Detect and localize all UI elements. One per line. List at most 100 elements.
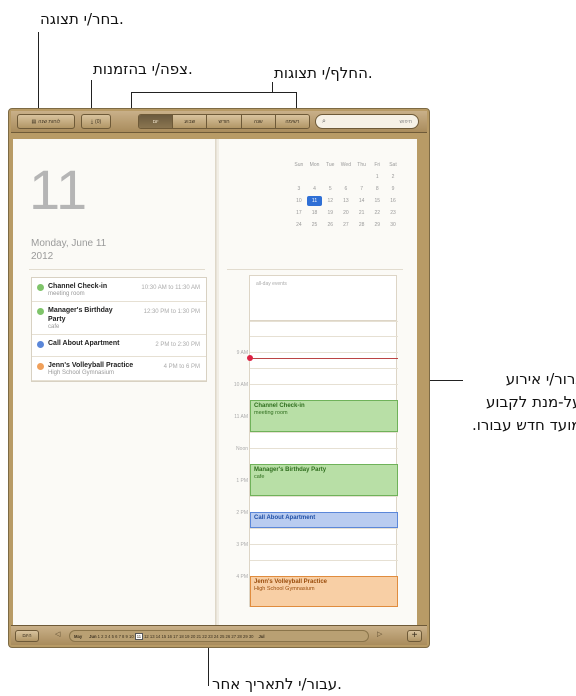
day-cell[interactable]: 1	[369, 174, 385, 180]
hour-line	[250, 496, 398, 497]
hour-label: 10 AM	[233, 382, 248, 388]
bottom-toolbar: היום ◁ May Jun 1 2 3 4 5 6 7 8 9 10 11 1…	[11, 625, 427, 645]
current-time-dot	[247, 355, 253, 361]
event-title: Jenn's Volleyball Practice	[48, 362, 134, 369]
event-block[interactable]: Call About Apartment	[250, 512, 398, 528]
event-title: Channel Check-in	[48, 283, 108, 290]
day-cell[interactable]: 9	[385, 186, 401, 192]
scrubber-month: Jun	[89, 633, 97, 639]
event-title: Manager's Birthday Party	[48, 307, 113, 323]
week-row: 10 11 12 13 14 15 16	[291, 195, 401, 207]
day-cell[interactable]: 2	[385, 174, 401, 180]
hour-line	[250, 448, 398, 449]
prev-arrow-icon[interactable]: ◁	[55, 630, 60, 638]
day-cell[interactable]: 17	[291, 210, 307, 216]
event-title: Call About Apartment	[48, 340, 120, 347]
tab-list[interactable]: רשימה	[274, 115, 309, 128]
day-cell[interactable]: 18	[307, 210, 323, 216]
day-cell[interactable]: 29	[369, 222, 385, 228]
day-cell[interactable]: 7	[354, 186, 370, 192]
day-cell[interactable]: 3	[291, 186, 307, 192]
hour-line	[250, 368, 398, 369]
day-cell[interactable]: 21	[354, 210, 370, 216]
day-cell[interactable]: 20	[338, 210, 354, 216]
day-cell[interactable]: 23	[385, 210, 401, 216]
day-cell[interactable]: 25	[307, 222, 323, 228]
day-cell[interactable]: 4	[307, 186, 323, 192]
day-cell[interactable]: 8	[369, 186, 385, 192]
day-cell-selected[interactable]: 11	[306, 196, 323, 206]
day-cell[interactable]: 22	[369, 210, 385, 216]
week-row: 1 2	[291, 171, 401, 183]
callout-choose-view: בחר/י תצוגה.	[40, 10, 124, 28]
day-cell[interactable]: 24	[291, 222, 307, 228]
callout-switch-views: החלף/י תצוגות.	[274, 64, 373, 82]
day-cell[interactable]: 16	[385, 198, 401, 204]
day-cell[interactable]: 30	[385, 222, 401, 228]
day-cell[interactable]: 28	[354, 222, 370, 228]
event-color-dot	[37, 284, 44, 291]
list-item[interactable]: Channel Check-in meeting room 10:30 AM t…	[32, 278, 206, 302]
invitations-button[interactable]: ⤓ (0)	[81, 114, 111, 129]
leader-line	[38, 32, 39, 118]
event-block-location: High School Gymnasium	[254, 586, 315, 592]
next-arrow-icon[interactable]: ▷	[377, 630, 382, 638]
hour-line	[250, 336, 398, 337]
search-field[interactable]: ⌕ חיפוש	[315, 114, 419, 129]
event-time: 10:30 AM to 11:30 AM	[141, 285, 200, 291]
calendars-button[interactable]: ▤ לוחות שנה	[17, 114, 75, 129]
divider	[29, 269, 205, 270]
all-day-label: all-day events	[256, 281, 287, 287]
top-toolbar: ▤ לוחות שנה ⤓ (0) יום שבוע חודש שנה רשימ…	[11, 111, 427, 133]
day-cell[interactable]: 5	[322, 186, 338, 192]
event-block[interactable]: Manager's Birthday Party cafe	[250, 464, 398, 496]
scrubber-days-before: 1 2 3 4 5 6 7 8 9 10	[97, 633, 134, 639]
list-item[interactable]: Jenn's Volleyball Practice High School G…	[32, 357, 206, 381]
tab-week[interactable]: שבוע	[172, 115, 207, 128]
day-cell[interactable]: 26	[322, 222, 338, 228]
leader-line	[272, 82, 273, 92]
date-scrubber[interactable]: May Jun 1 2 3 4 5 6 7 8 9 10 11 12 13 14…	[69, 630, 369, 642]
day-cell[interactable]: 15	[369, 198, 385, 204]
mini-calendar: Sun Mon Tue Wed Thu Fri Sat 1 2 3 4 5 6 …	[291, 159, 401, 231]
callout-view-invitations: צפה/י בהזמנות.	[93, 60, 193, 78]
calendars-button-label: לוחות שנה	[38, 118, 61, 125]
day-number: 11	[29, 158, 88, 221]
today-button[interactable]: היום	[15, 630, 39, 642]
left-page: 11 Monday, June 11 2012 Channel Check-in…	[13, 139, 217, 625]
day-timeline[interactable]: 9 AM 10 AM 11 AM Noon 1 PM 2 PM 3 PM 4 P…	[234, 321, 398, 607]
day-cell[interactable]: 6	[338, 186, 354, 192]
day-cell[interactable]: 13	[338, 198, 354, 204]
tab-day[interactable]: יום	[139, 115, 173, 128]
event-location: High School Gymnasium	[48, 370, 115, 376]
search-placeholder: חיפוש	[399, 118, 413, 125]
callout-drag-line1: גרור/י אירוע	[505, 370, 576, 388]
hour-label: 11 AM	[234, 414, 248, 420]
event-block-title: Channel Check-in	[254, 403, 305, 409]
list-item[interactable]: Manager's Birthday Party cafe 12:30 PM t…	[32, 302, 206, 335]
tab-month[interactable]: חודש	[206, 115, 241, 128]
calendars-icon: ▤	[31, 118, 37, 125]
day-cell[interactable]: 27	[338, 222, 354, 228]
add-event-button[interactable]: +	[407, 630, 422, 642]
weekday-label: Wed	[340, 162, 351, 168]
hour-label: 1 PM	[236, 478, 248, 484]
event-color-dot	[37, 308, 44, 315]
day-cell[interactable]: 10	[291, 198, 307, 204]
tab-year[interactable]: שנה	[240, 115, 275, 128]
day-cell[interactable]: 12	[322, 198, 338, 204]
scrubber-month-end: Jul	[258, 633, 265, 639]
event-block[interactable]: Channel Check-in meeting room	[250, 400, 398, 432]
callout-drag-line3: מועד חדש עבורו.	[472, 416, 576, 434]
current-time-line	[250, 358, 398, 359]
hour-label: Noon	[236, 446, 248, 452]
day-cell[interactable]: 14	[354, 198, 370, 204]
scrubber-current-day[interactable]: 11	[134, 632, 144, 640]
scrubber-month-start: May	[74, 633, 83, 639]
list-item[interactable]: Call About Apartment 2 PM to 2:30 PM	[32, 335, 206, 357]
all-day-events-area[interactable]: all-day events	[249, 275, 397, 321]
event-block-title: Call About Apartment	[254, 515, 316, 521]
event-block[interactable]: Jenn's Volleyball Practice High School G…	[250, 576, 398, 607]
calendar-app-frame: ▤ לוחות שנה ⤓ (0) יום שבוע חודש שנה רשימ…	[8, 108, 430, 648]
day-cell[interactable]: 19	[322, 210, 338, 216]
